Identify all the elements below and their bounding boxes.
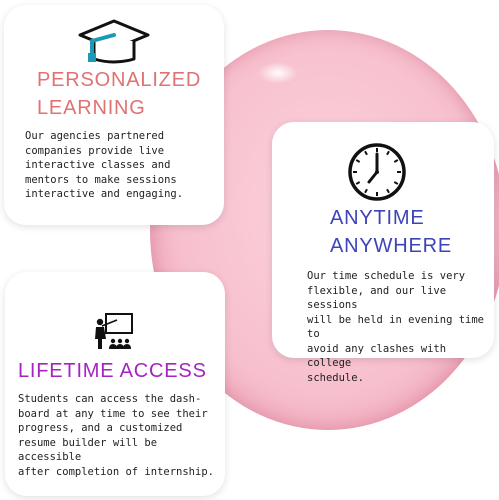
description-line: Students can access the dash- bbox=[18, 393, 202, 405]
teacher-presentation-icon bbox=[95, 313, 133, 349]
card-title-line2: ANYWHERE bbox=[330, 235, 452, 257]
card-title-line1: ANYTIME bbox=[330, 207, 425, 229]
description-line: Our time schedule is very bbox=[307, 270, 466, 282]
description-line: avoid any clashes with college bbox=[307, 342, 447, 370]
description-line: board at any time to see their bbox=[18, 407, 208, 420]
personalized-learning-card: PERSONALIZED LEARNING Our agencies partn… bbox=[4, 5, 224, 225]
card-description: Students can access the dash- board at a… bbox=[18, 392, 225, 479]
description-line: flexible, and our live sessions bbox=[307, 284, 447, 312]
description-line: companies provide live bbox=[25, 144, 165, 157]
description-line: interactive classes and bbox=[25, 159, 171, 171]
description-line: after completion of internship. bbox=[18, 465, 214, 478]
circle-highlight bbox=[258, 62, 298, 84]
description-line: mentors to make sessions bbox=[25, 173, 177, 186]
description-line: progress, and a customized bbox=[18, 422, 183, 434]
description-line: interactive and engaging. bbox=[25, 188, 184, 200]
card-description: Our agencies partnered companies provide… bbox=[25, 129, 183, 202]
anytime-anywhere-card: ANYTIME ANYWHERE Our time schedule is ve… bbox=[272, 122, 494, 384]
card-title: LIFETIME ACCESS bbox=[18, 360, 207, 382]
graduation-cap-icon bbox=[78, 19, 150, 64]
card-title-line2: LEARNING bbox=[37, 97, 146, 119]
card-description: Our time schedule is very flexible, and … bbox=[307, 269, 494, 385]
lifetime-access-card: LIFETIME ACCESS Students can access the … bbox=[5, 272, 225, 496]
description-line: resume builder will be accessible bbox=[18, 436, 158, 464]
description-line: schedule. bbox=[307, 371, 364, 384]
description-line: Our agencies partnered bbox=[25, 130, 165, 142]
description-line: will be held in evening time to bbox=[307, 313, 485, 341]
clock-icon bbox=[348, 143, 406, 201]
card-title-line1: PERSONALIZED bbox=[37, 69, 202, 91]
